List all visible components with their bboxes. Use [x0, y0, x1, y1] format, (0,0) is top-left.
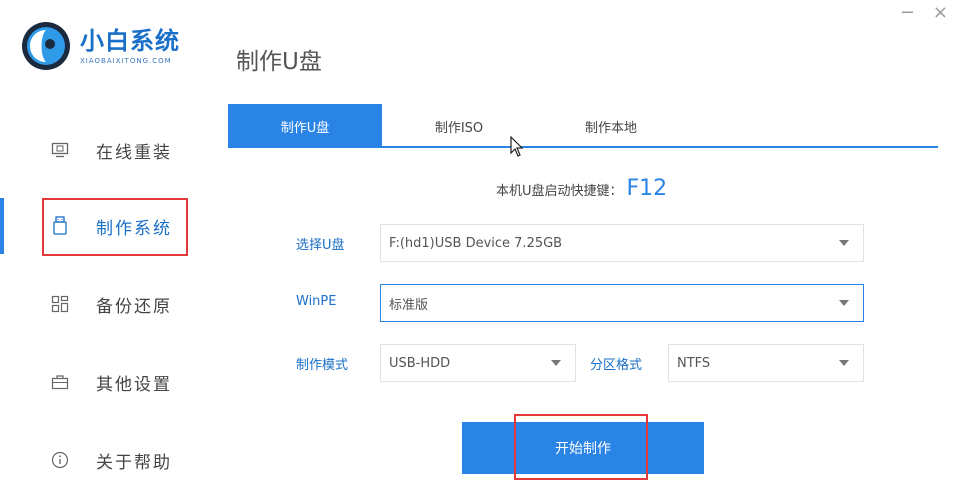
winpe-select[interactable]: 标准版: [380, 284, 864, 322]
winpe-select-value: 标准版: [389, 297, 429, 313]
partition-select[interactable]: NTFS: [668, 344, 864, 382]
chevron-down-icon: [839, 300, 849, 306]
page-title: 制作U盘: [236, 49, 322, 75]
chevron-down-icon: [839, 360, 849, 366]
info-icon: [50, 450, 70, 470]
hotkey-info: 本机U盘启动快捷键： F12: [496, 176, 667, 201]
minimize-button[interactable]: −: [900, 4, 915, 22]
usb-label: 选择U盘: [296, 238, 345, 253]
tab-underline: [228, 146, 938, 148]
tab-make-iso[interactable]: 制作ISO: [398, 104, 520, 148]
partition-label: 分区格式: [590, 358, 643, 373]
mode-select-value: USB-HDD: [389, 355, 451, 371]
sidebar-item-other-settings[interactable]: 其他设置: [0, 354, 210, 410]
tab-make-usb[interactable]: 制作U盘: [228, 104, 382, 148]
grid-icon: [50, 294, 70, 314]
highlight-box-sidebar: [42, 198, 188, 256]
logo-icon: [22, 22, 70, 70]
briefcase-icon: [50, 372, 70, 392]
logo-title: 小白系统: [80, 27, 180, 55]
sidebar-item-backup-restore[interactable]: 备份还原: [0, 276, 210, 332]
sidebar-item-label: 在线重装: [96, 142, 172, 163]
hotkey-value: F12: [626, 176, 668, 201]
mode-label: 制作模式: [296, 358, 349, 373]
partition-select-value: NTFS: [677, 355, 711, 371]
winpe-label: WinPE: [296, 294, 337, 309]
usb-select-value: F:(hd1)USB Device 7.25GB: [389, 235, 563, 251]
hotkey-label: 本机U盘启动快捷键：: [496, 184, 623, 199]
usb-select[interactable]: F:(hd1)USB Device 7.25GB: [380, 224, 864, 262]
close-button[interactable]: ×: [933, 4, 948, 22]
sidebar-item-about-help[interactable]: 关于帮助: [0, 432, 210, 488]
mouse-cursor-icon: [510, 136, 524, 157]
sidebar: 小白系统 XIAOBAIXITONG.COM 在线重装 制作系统 备份还原 其他…: [0, 0, 210, 482]
sidebar-item-label: 备份还原: [96, 296, 172, 317]
window-controls: − ×: [900, 4, 948, 22]
mode-select[interactable]: USB-HDD: [380, 344, 576, 382]
highlight-box-start: [514, 414, 648, 480]
chevron-down-icon: [839, 240, 849, 246]
monitor-icon: [50, 140, 70, 160]
sidebar-item-label: 关于帮助: [96, 452, 172, 473]
logo: 小白系统 XIAOBAIXITONG.COM: [20, 20, 180, 72]
tab-bar: 制作U盘 制作ISO 制作本地: [228, 104, 936, 148]
sidebar-item-label: 其他设置: [96, 374, 172, 395]
tab-make-local[interactable]: 制作本地: [550, 104, 672, 148]
sidebar-item-online-reinstall[interactable]: 在线重装: [0, 122, 210, 178]
logo-subtitle: XIAOBAIXITONG.COM: [80, 57, 172, 65]
chevron-down-icon: [551, 360, 561, 366]
